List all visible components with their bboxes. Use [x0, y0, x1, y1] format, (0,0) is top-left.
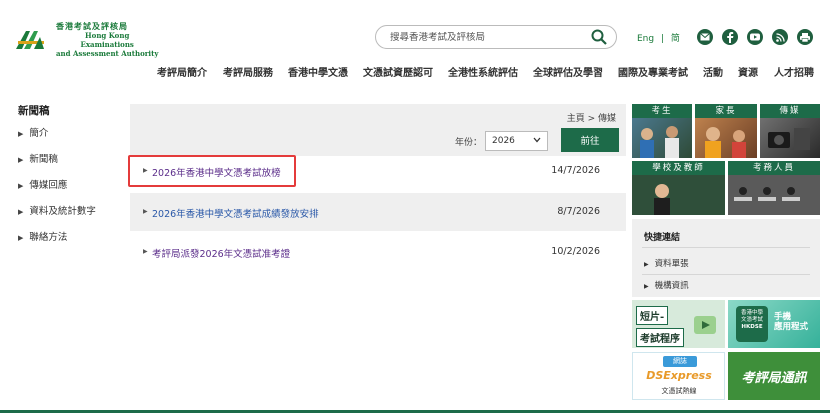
- exam-hall-photo: [728, 175, 820, 215]
- divider: [642, 247, 810, 248]
- sidebar-item-press-release[interactable]: ▶ 新聞稿: [18, 151, 58, 165]
- go-button[interactable]: 前往: [561, 128, 619, 152]
- sidebar-item-intro[interactable]: ▶ 簡介: [18, 125, 48, 139]
- logo-english-3: and Assessment Authority: [56, 49, 159, 58]
- search-input[interactable]: [390, 31, 590, 43]
- sidebar-item-media-response[interactable]: ▶ 傳媒回應: [18, 177, 67, 191]
- facebook-icon[interactable]: [722, 29, 738, 45]
- nav-global[interactable]: 全球評估及學習: [533, 64, 603, 79]
- promo-dsexpress[interactable]: 網誌 DSExpress 文憑試熱線: [632, 352, 725, 400]
- nav-events[interactable]: 活動: [703, 64, 723, 79]
- nav-international[interactable]: 國際及專業考試: [618, 64, 688, 79]
- quick-link-corporate[interactable]: ▶ 機構資訊: [644, 279, 689, 291]
- chevron-down-icon: [533, 136, 541, 146]
- press-release-date: 10/2/2026: [551, 246, 600, 257]
- quick-links-panel: 快捷連結 ▶ 資料單張 ▶ 機構資訊: [632, 219, 820, 297]
- highlight-box: [128, 155, 296, 187]
- footer-divider: [0, 410, 830, 413]
- tile-exam-personnel[interactable]: 考務人員: [728, 161, 820, 215]
- logo-mark-icon: [14, 27, 50, 53]
- bullet-icon: ▶: [18, 182, 24, 190]
- sidebar-title: 新聞稿: [18, 105, 50, 117]
- bullet-icon: ▶: [644, 283, 649, 290]
- promo-exam-procedure-video[interactable]: 短片- 考試程序: [632, 300, 725, 348]
- year-label: 年份：: [455, 138, 483, 148]
- promo-dsexpress-sub: 文憑試熱線: [661, 387, 697, 395]
- logo-english-1: Hong Kong: [85, 31, 130, 40]
- bullet-icon: ▶: [143, 248, 148, 255]
- logo-english-2: Examinations: [80, 40, 134, 49]
- promo-procedure-label: 考試程序: [636, 328, 684, 347]
- lang-simplified-link[interactable]: 简: [671, 34, 680, 44]
- bullet-icon: ▶: [143, 208, 148, 215]
- press-release-title[interactable]: 考評局派發2026年文憑試准考證: [152, 246, 290, 260]
- year-select[interactable]: 2026: [485, 131, 548, 151]
- nav-tsa[interactable]: 全港性系統評估: [448, 64, 518, 79]
- promo-short-label: 短片-: [636, 306, 669, 325]
- logo-chinese: 香港考試及評核局: [56, 21, 128, 31]
- list-item[interactable]: ▶ 2026年香港中學文憑考試成績發放安排 8/7/2026: [130, 193, 626, 231]
- year-value: 2026: [492, 136, 515, 146]
- promo-blog-label: 網誌: [663, 356, 697, 367]
- parents-photo: [705, 127, 746, 158]
- candidates-photo: [640, 126, 679, 158]
- nav-careers[interactable]: 人才招聘: [774, 64, 814, 79]
- bullet-icon: ▶: [18, 130, 24, 138]
- press-release-date: 14/7/2026: [551, 165, 600, 176]
- quick-link-leaflets[interactable]: ▶ 資料單張: [644, 257, 689, 269]
- nav-recognition[interactable]: 文憑試資歷認可: [363, 64, 433, 79]
- promo-newsletter[interactable]: 考評局通訊: [728, 352, 820, 400]
- nav-services[interactable]: 考評局服務: [223, 64, 273, 79]
- nav-resources[interactable]: 資源: [738, 64, 758, 79]
- media-photo: [768, 128, 810, 150]
- email-icon[interactable]: [697, 29, 713, 45]
- bullet-icon: ▶: [18, 156, 24, 164]
- main-navigation: 考評局簡介 考評局服務 香港中學文憑 文憑試資歷認可 全港性系統評估 全球評估及…: [0, 64, 830, 80]
- video-play-icon: [694, 316, 716, 334]
- promo-dsexpress-label: DSExpress: [646, 369, 712, 382]
- promo-hkdse-app[interactable]: 香港中學 文憑考試 HKDSE 手機 應用程式: [728, 300, 820, 348]
- sidebar-item-statistics[interactable]: ▶ 資料及統計數字: [18, 203, 96, 217]
- lang-separator: |: [660, 34, 665, 44]
- print-icon[interactable]: [797, 29, 813, 45]
- nav-hkdse[interactable]: 香港中學文憑: [288, 64, 348, 79]
- youtube-icon[interactable]: [747, 29, 763, 45]
- promo-app-label: 手機 應用程式: [774, 312, 809, 332]
- bullet-icon: ▶: [644, 261, 649, 268]
- social-links: [697, 29, 813, 45]
- bullet-icon: ▶: [18, 208, 24, 216]
- nav-about[interactable]: 考評局簡介: [157, 64, 207, 79]
- rss-icon[interactable]: [772, 29, 788, 45]
- divider: [642, 274, 810, 275]
- search-box: [375, 25, 617, 49]
- hkeaa-logo[interactable]: 香港考試及評核局 Hong Kong Examinations and Asse…: [14, 22, 158, 58]
- tile-parents[interactable]: 家長: [695, 104, 757, 158]
- bullet-icon: ▶: [18, 234, 24, 242]
- app-icon: 香港中學 文憑考試 HKDSE: [736, 306, 768, 342]
- sidebar-item-contact[interactable]: ▶ 聯絡方法: [18, 229, 67, 243]
- quick-links-title: 快捷連結: [644, 233, 681, 243]
- lang-english-link[interactable]: Eng: [637, 34, 654, 44]
- filter-bar: 主頁 > 傳媒 年份： 2026 前往: [130, 104, 626, 156]
- language-switcher: Eng | 简: [637, 31, 684, 44]
- teachers-photo: [632, 175, 725, 215]
- press-release-title[interactable]: 2026年香港中學文憑考試成績發放安排: [152, 206, 319, 220]
- search-icon[interactable]: [590, 28, 608, 46]
- breadcrumb[interactable]: 主頁 > 傳媒: [567, 111, 616, 124]
- list-item[interactable]: ▶ 考評局派發2026年文憑試准考證 10/2/2026: [130, 233, 626, 271]
- tile-media[interactable]: 傳媒: [760, 104, 820, 158]
- tile-candidates[interactable]: 考生: [632, 104, 692, 158]
- press-release-date: 8/7/2026: [557, 206, 600, 217]
- promo-newsletter-label: 考評局通訊: [741, 371, 807, 386]
- tile-schools-teachers[interactable]: 學校及教師: [632, 161, 725, 215]
